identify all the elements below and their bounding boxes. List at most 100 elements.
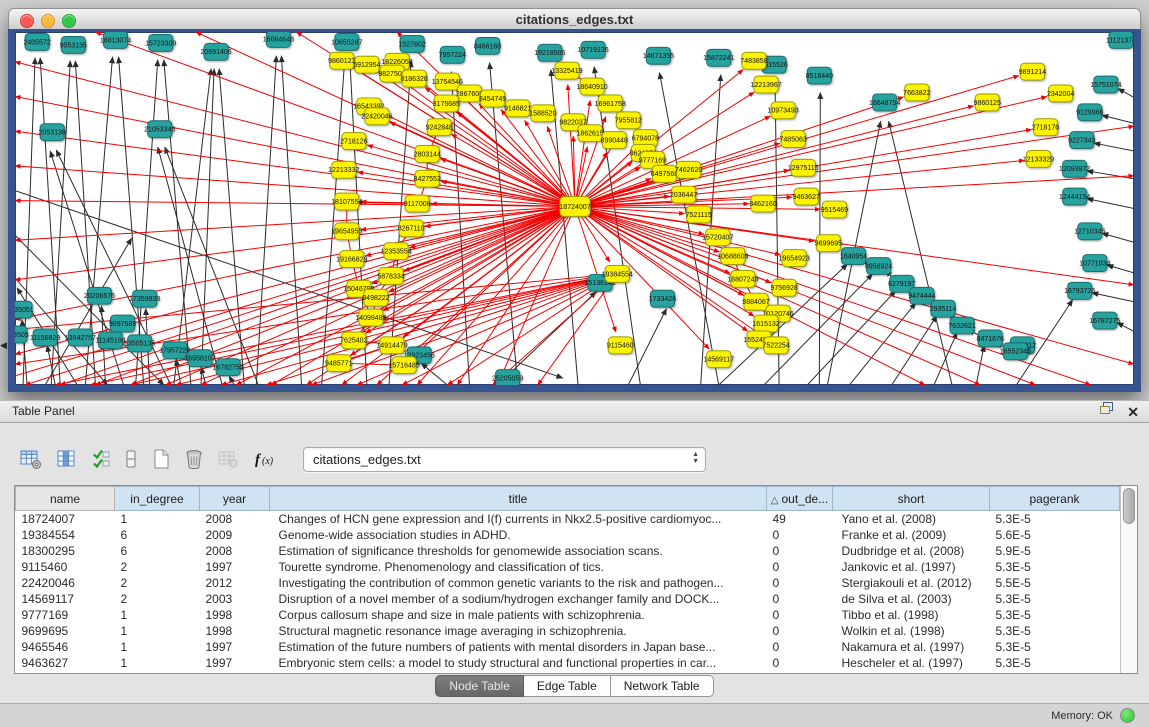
table-cell[interactable]: 1 [115, 607, 200, 623]
graph-node[interactable]: 7485063 [780, 131, 807, 148]
tab-node-table[interactable]: Node Table [435, 675, 524, 697]
table-cell[interactable]: 1997 [200, 559, 270, 575]
graph-node[interactable]: 9097588 [109, 315, 136, 332]
graph-node[interactable]: 18813074 [100, 32, 131, 48]
graph-node[interactable]: 9860123 [328, 52, 355, 69]
graph-node[interactable]: 7521115 [686, 206, 712, 223]
graph-node[interactable]: 18107554 [331, 193, 362, 210]
graph-node[interactable]: 7462620 [675, 161, 702, 178]
graph-node[interactable]: 16961758 [595, 95, 626, 112]
graph-node[interactable]: 9227343 [1068, 132, 1095, 149]
graph-node[interactable]: 1733426 [649, 290, 676, 307]
graph-node[interactable]: 15723309 [145, 34, 176, 51]
table-row[interactable]: 1456911722003Disruption of a novel membe… [16, 591, 1120, 607]
graph-node[interactable]: 12975115 [788, 159, 819, 176]
graph-node[interactable]: 17359928 [129, 290, 160, 307]
graph-node[interactable]: 1615132 [752, 315, 779, 332]
graph-node[interactable]: 9242848 [426, 119, 453, 136]
table-cell[interactable]: Yano et al. (2008) [833, 511, 990, 528]
graph-node[interactable]: 9129966 [1076, 104, 1103, 121]
graph-node[interactable]: 8471676 [977, 330, 1004, 347]
table-row[interactable]: 911546021997Tourette syndrome. Phenomeno… [16, 559, 1120, 575]
table-cell[interactable]: 6 [115, 543, 200, 559]
table-cell[interactable]: 5.3E-5 [990, 559, 1120, 575]
graph-node[interactable]: 9860125 [974, 94, 1001, 111]
table-cell[interactable]: 2 [115, 559, 200, 575]
graph-node[interactable]: 9515469 [821, 201, 848, 218]
graph-node[interactable]: 18807249 [727, 270, 758, 287]
delete-table-icon[interactable] [216, 447, 240, 471]
graph-node[interactable]: 9117008 [404, 195, 431, 212]
graph-node[interactable]: 9498222 [362, 289, 389, 306]
table-cell[interactable]: 2003 [200, 591, 270, 607]
table-cell[interactable]: 1997 [200, 655, 270, 671]
graph-node[interactable]: 14671355 [643, 47, 674, 64]
graph-node[interactable]: 9115460 [607, 337, 634, 354]
graph-node[interactable]: 16793726 [1064, 282, 1095, 299]
table-cell[interactable]: 5.3E-5 [990, 623, 1120, 639]
table-cell[interactable]: 2009 [200, 527, 270, 543]
column-header-name[interactable]: name [16, 487, 115, 511]
graph-node[interactable]: 9485771 [325, 355, 352, 372]
float-window-icon[interactable] [1099, 401, 1115, 422]
graph-node[interactable]: 13325419 [551, 62, 582, 79]
table-cell[interactable]: 19384554 [16, 527, 115, 543]
graph-node[interactable]: 16782759 [213, 359, 244, 376]
graph-node[interactable]: 14569117 [703, 351, 734, 368]
memory-indicator[interactable] [1120, 708, 1135, 723]
column-header-short[interactable]: short [833, 487, 990, 511]
graph-node[interactable]: 7522254 [762, 337, 789, 354]
graph-node[interactable]: 25205059 [492, 370, 523, 385]
graph-node[interactable]: 2718176 [1032, 119, 1059, 136]
column-header-year[interactable]: year [200, 487, 270, 511]
table-cell[interactable]: Franke et al. (2009) [833, 527, 990, 543]
table-cell[interactable]: 49 [767, 511, 833, 528]
table-cell[interactable]: 9699695 [16, 623, 115, 639]
table-cell[interactable]: 5.3E-5 [990, 511, 1120, 528]
graph-node[interactable]: 2053138 [39, 124, 66, 141]
tab-network-table[interactable]: Network Table [611, 675, 714, 697]
graph-node[interactable]: 12710345 [1074, 223, 1105, 240]
graph-node[interactable]: 1935051 [15, 301, 34, 318]
graph-node[interactable]: 8990448 [601, 132, 628, 149]
graph-node[interactable]: 7663822 [903, 84, 930, 101]
close-panel-icon[interactable]: ✕ [1127, 405, 1139, 419]
table-cell[interactable]: 18724007 [16, 511, 115, 528]
table-cell[interactable]: 1 [115, 639, 200, 655]
graph-node[interactable]: 2405572 [23, 33, 50, 50]
graph-node[interactable]: 21053346 [144, 121, 175, 138]
graph-node[interactable]: 9053135 [60, 36, 87, 53]
graph-node[interactable]: 15872241 [703, 49, 734, 66]
table-cell[interactable]: 5.6E-5 [990, 527, 1120, 543]
graph-node[interactable]: 16787275 [1089, 312, 1120, 329]
graph-node[interactable]: 8518440 [806, 67, 833, 84]
graph-node[interactable]: 5912954 [353, 56, 380, 73]
graph-node[interactable]: 9756928 [770, 279, 797, 296]
graph-node[interactable]: 19218506 [534, 44, 565, 61]
row-height-icon[interactable] [123, 447, 139, 471]
table-cell[interactable]: 1 [115, 511, 200, 528]
table-cell[interactable]: Hescheler et al. (1997) [833, 655, 990, 671]
graph-node[interactable]: 8462160 [749, 195, 776, 212]
window-minimize-button[interactable] [41, 14, 55, 28]
window-zoom-button[interactable] [62, 14, 76, 28]
graph-node[interactable]: 7632621 [948, 317, 975, 334]
table-cell[interactable]: Estimation of significance thresholds fo… [270, 543, 767, 559]
column-header-pagerank[interactable]: pagerank [990, 487, 1120, 511]
table-cell[interactable]: 1 [115, 623, 200, 639]
table-cell[interactable]: Disruption of a novel member of a sodium… [270, 591, 767, 607]
table-cell[interactable]: Changes of HCN gene expression and I(f) … [270, 511, 767, 528]
graph-node[interactable]: 11145194 [95, 332, 125, 349]
table-cell[interactable]: Genome-wide association studies in ADHD. [270, 527, 767, 543]
graph-node[interactable]: 19166829 [336, 251, 367, 268]
graph-node[interactable]: 12213332 [328, 161, 359, 178]
graph-node[interactable]: 19654923 [779, 250, 810, 267]
graph-node[interactable]: 2036447 [670, 186, 697, 203]
table-cell[interactable]: Investigating the contribution of common… [270, 575, 767, 591]
column-header-title[interactable]: title [270, 487, 767, 511]
graph-node[interactable]: 1527602 [398, 35, 425, 52]
table-cell[interactable]: 14569117 [16, 591, 115, 607]
graph-node[interactable]: 9146821 [504, 100, 531, 117]
table-row[interactable]: 977716911998Corpus callosum shape and si… [16, 607, 1120, 623]
table-cell[interactable]: 1998 [200, 623, 270, 639]
